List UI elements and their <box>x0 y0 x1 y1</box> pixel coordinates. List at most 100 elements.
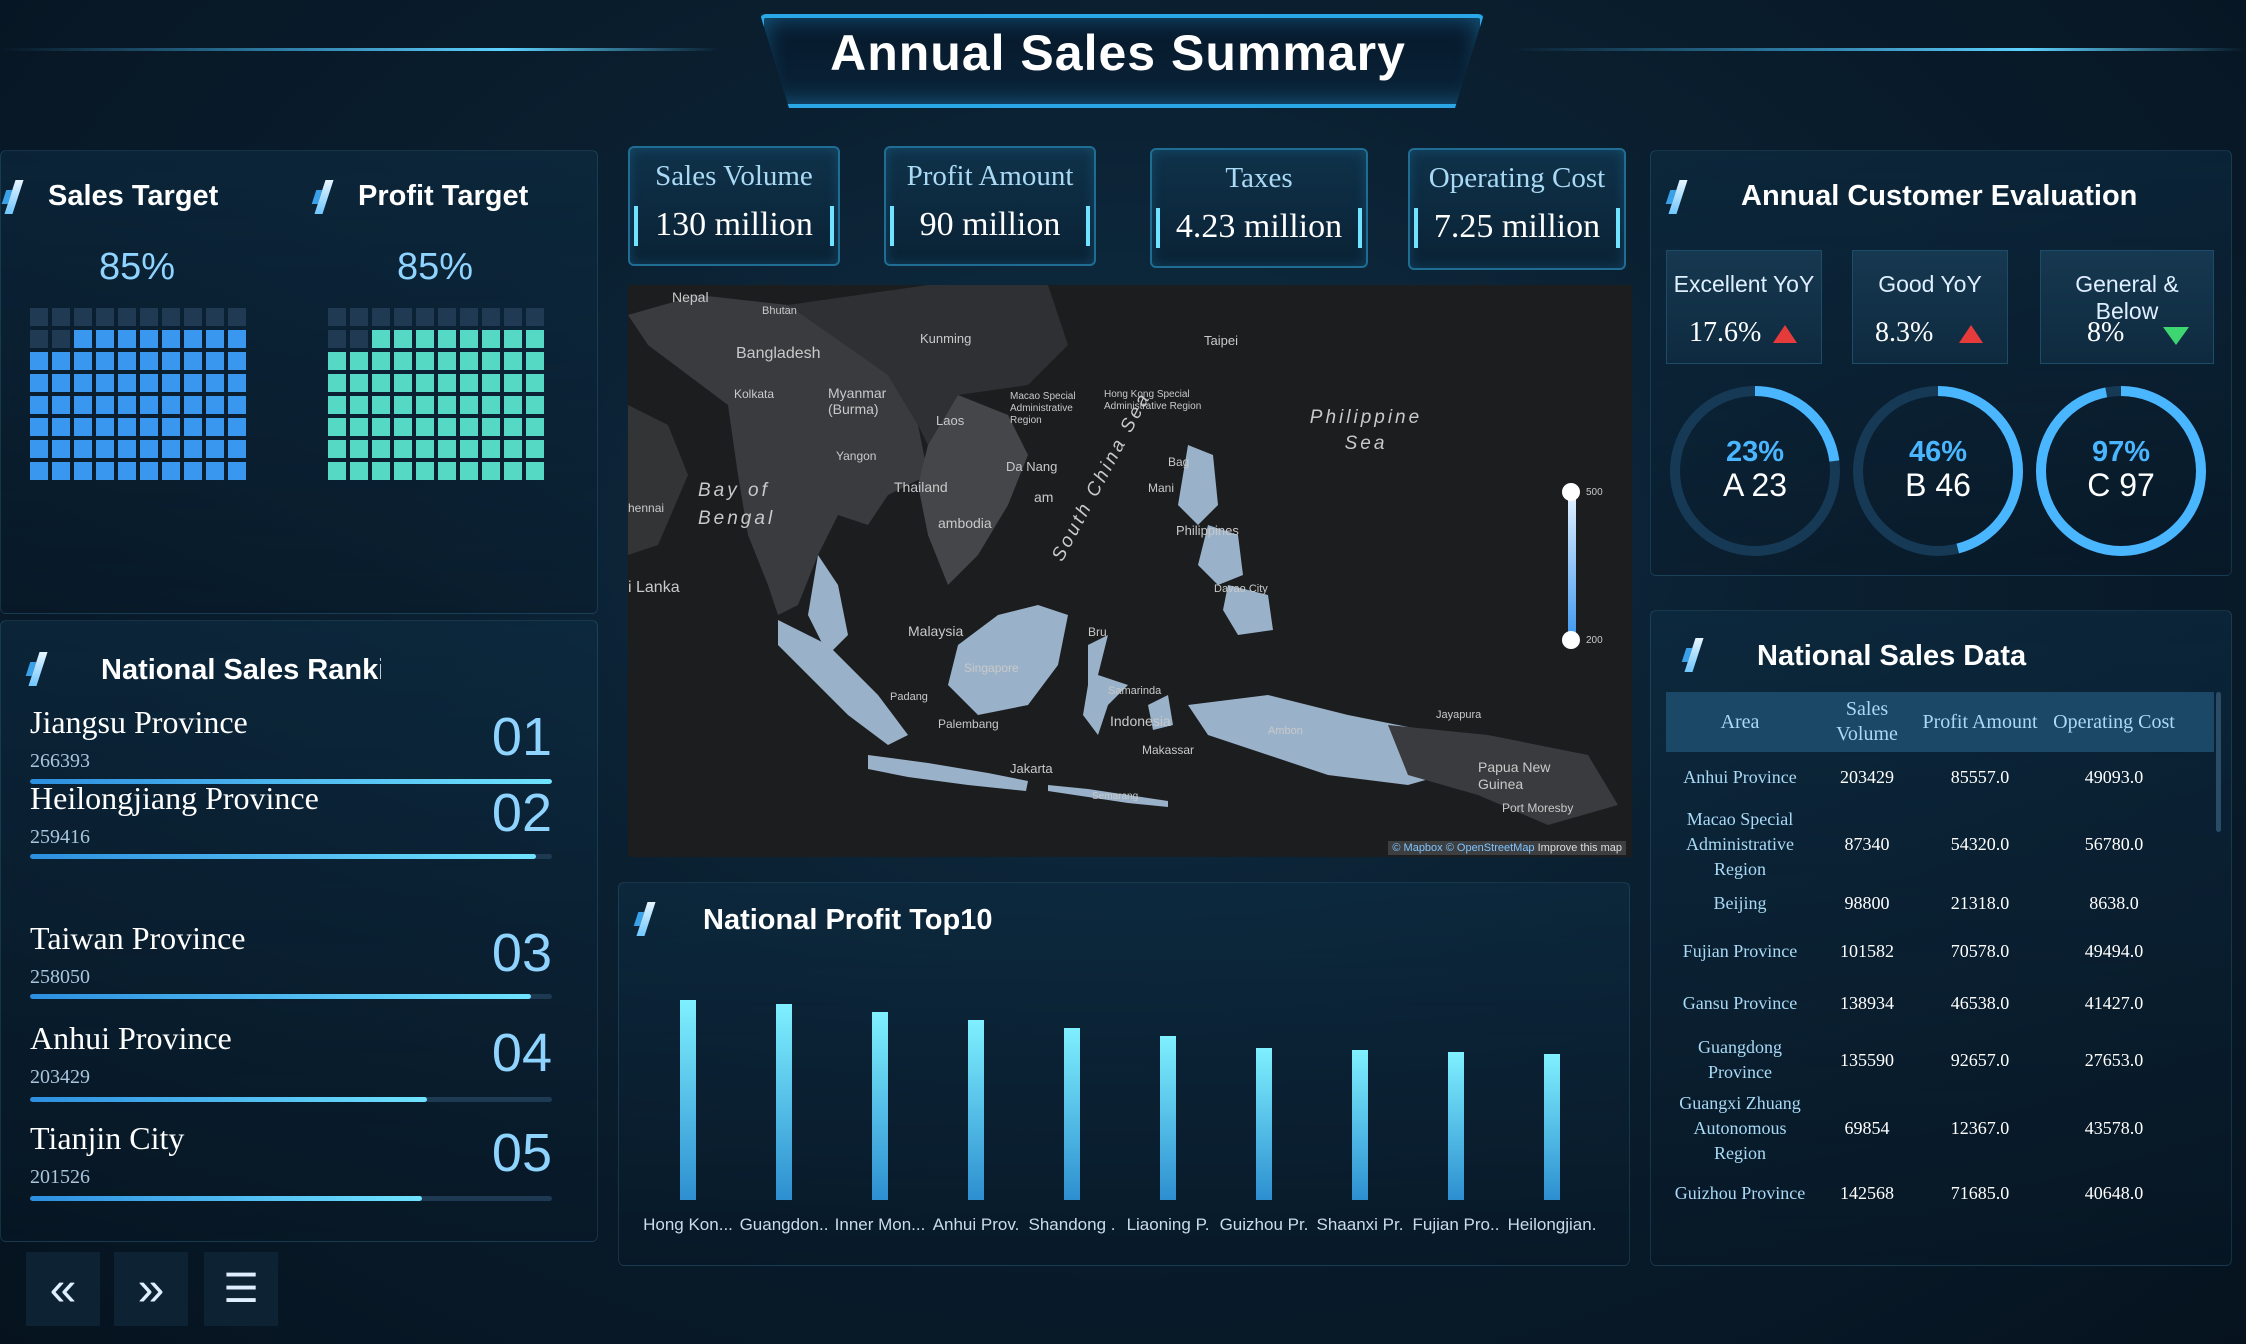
column-header[interactable]: Profit Amount <box>1920 692 2040 752</box>
slider-max-handle[interactable] <box>1562 483 1580 501</box>
chart-bar[interactable] <box>680 1000 696 1200</box>
waffle-cell <box>162 330 180 348</box>
kpi-card-sales-volume[interactable]: Sales Volume 130 million <box>628 146 840 266</box>
waffle-cell <box>30 462 48 480</box>
ranking-number: 05 <box>491 1123 552 1183</box>
column-header[interactable]: Sales Volume <box>1814 692 1920 752</box>
table-cell: 27653.0 <box>2084 1049 2144 1070</box>
column-header[interactable]: Area <box>1666 692 1814 752</box>
donut-grade: C 97 <box>2087 467 2155 503</box>
kpi-card-operating-cost[interactable]: Operating Cost 7.25 million <box>1408 148 1626 270</box>
waffle-cell <box>526 462 544 480</box>
table-cell: 203429 <box>1840 766 1894 787</box>
chart-bar[interactable] <box>872 1012 888 1200</box>
waffle-cell <box>162 462 180 480</box>
table-cell: 49494.0 <box>2084 940 2144 961</box>
kpi-card-profit-amount[interactable]: Profit Amount 90 million <box>884 146 1096 266</box>
chart-bar[interactable] <box>1448 1052 1464 1200</box>
waffle-cell <box>526 352 544 370</box>
waffle-cell <box>328 352 346 370</box>
waffle-cell <box>228 374 246 392</box>
waffle-cell <box>482 352 500 370</box>
profit-top10-title: National Profit Top10 <box>703 904 993 936</box>
eval-box-good[interactable]: Good YoY 8.3% <box>1852 250 2008 364</box>
section-icon <box>636 902 662 936</box>
osm-link[interactable]: © OpenStreetMap <box>1446 842 1535 854</box>
waffle-cell <box>526 308 544 326</box>
waffle-cell <box>96 330 114 348</box>
ranking-name: Jiangsu Province <box>30 704 248 740</box>
chart-bar[interactable] <box>1160 1036 1176 1200</box>
section-icon <box>4 180 30 214</box>
chart-bar[interactable] <box>1544 1054 1560 1200</box>
map-attribution: © Mapbox © OpenStreetMap Improve this ma… <box>1388 841 1626 855</box>
trend-down-icon <box>2163 327 2189 345</box>
profit-target-percent: 85% <box>396 246 474 288</box>
table-cell: 92657.0 <box>1950 1049 2010 1070</box>
waffle-cell <box>460 396 478 414</box>
waffle-cell <box>394 352 412 370</box>
waffle-cell <box>350 374 368 392</box>
chart-bar[interactable] <box>1352 1050 1368 1200</box>
chart-bar[interactable] <box>776 1004 792 1200</box>
waffle-cell <box>482 396 500 414</box>
kpi-accent <box>634 206 638 246</box>
map-legend-slider[interactable] <box>1568 489 1576 641</box>
waffle-cell <box>526 418 544 436</box>
waffle-cell <box>526 396 544 414</box>
waffle-cell <box>140 418 158 436</box>
waffle-cell <box>350 308 368 326</box>
map-region <box>948 605 1068 715</box>
waffle-cell <box>184 330 202 348</box>
map-label: Thailand <box>894 479 948 495</box>
column-header[interactable]: Operating Cost <box>2040 692 2188 752</box>
map-label: Myanmar (Burma) <box>828 385 887 417</box>
prev-page-button[interactable]: « <box>26 1252 100 1326</box>
table-scrollbar[interactable] <box>2216 692 2221 832</box>
map-label: Jayapura <box>1436 709 1482 721</box>
waffle-cell <box>140 352 158 370</box>
mapbox-link[interactable]: © Mapbox <box>1392 842 1442 854</box>
kpi-card-taxes[interactable]: Taxes 4.23 million <box>1150 148 1368 268</box>
waffle-cell <box>394 330 412 348</box>
slider-min-handle[interactable] <box>1562 631 1580 649</box>
ranking-name: Taiwan Province <box>30 920 246 956</box>
donut-grade: A 23 <box>1722 467 1788 503</box>
waffle-cell <box>96 462 114 480</box>
map-label: Port Moresby <box>1502 801 1574 815</box>
waffle-cell <box>372 308 390 326</box>
header-line-right <box>1510 48 2246 51</box>
waffle-cell <box>52 418 70 436</box>
map-label: Indonesia <box>1110 713 1171 729</box>
menu-button[interactable]: ☰ <box>204 1252 278 1326</box>
chart-x-tick-label: Guizhou Pr. <box>1220 1215 1309 1234</box>
chart-bar[interactable] <box>1064 1028 1080 1200</box>
table-cell: 56780.0 <box>2084 833 2144 854</box>
table-cell: Guizhou Province <box>1674 1182 1806 1203</box>
table-cell: 12367.0 <box>1950 1117 2010 1138</box>
map-label: am <box>1034 489 1054 505</box>
chart-bar[interactable] <box>1256 1048 1272 1200</box>
map-label: Bag <box>1168 455 1190 469</box>
waffle-cell <box>416 352 434 370</box>
table-cell: 21318.0 <box>1950 892 2010 913</box>
waffle-cell <box>30 440 48 458</box>
waffle-cell <box>350 440 368 458</box>
chart-bar[interactable] <box>968 1020 984 1200</box>
next-page-button[interactable]: » <box>114 1252 188 1326</box>
improve-map-link[interactable]: Improve this map <box>1538 842 1622 854</box>
waffle-cell <box>162 418 180 436</box>
chart-x-tick-label: Heilongjian. <box>1508 1215 1597 1234</box>
waffle-cell <box>96 308 114 326</box>
table-cell: Guangdong Province <box>1698 1037 1782 1082</box>
map-label: Taipei <box>1204 333 1238 348</box>
waffle-cell <box>74 330 92 348</box>
waffle-cell <box>206 418 224 436</box>
waffle-cell <box>438 440 456 458</box>
eval-box-excellent[interactable]: Excellent YoY 17.6% <box>1666 250 1822 364</box>
sales-map[interactable]: Nepal Bhutan Bangladesh Kolkata Myanmar … <box>628 285 1632 857</box>
map-label: hennai <box>628 501 665 515</box>
waffle-cell <box>74 396 92 414</box>
waffle-cell <box>504 330 522 348</box>
eval-box-general[interactable]: General & Below 8% <box>2040 250 2214 364</box>
